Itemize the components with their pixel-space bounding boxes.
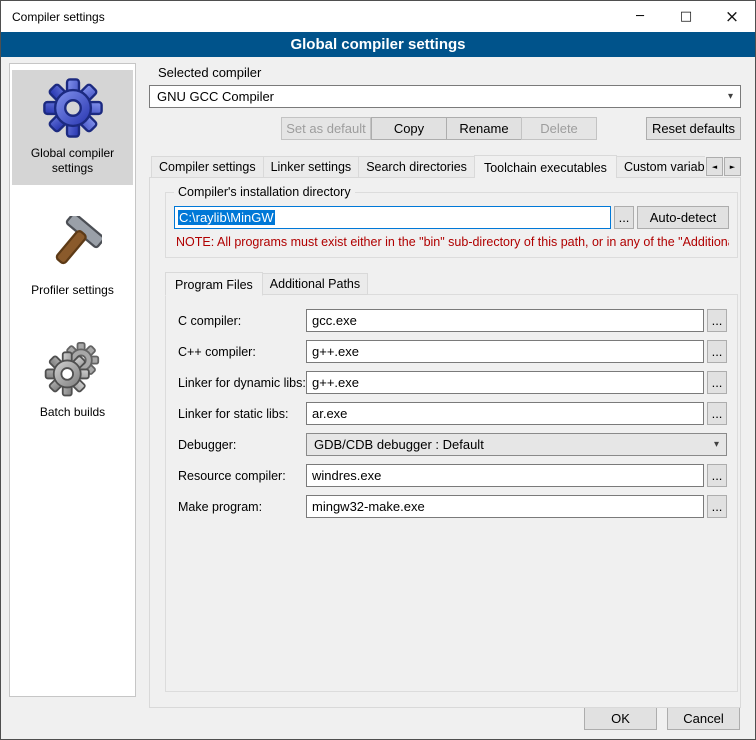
tab-scroll-buttons: ◄ ►	[705, 157, 741, 178]
resource-compiler-browse-button[interactable]: ...	[707, 464, 727, 487]
installation-directory-input[interactable]: C:\raylib\MinGW	[174, 206, 611, 229]
linker-static-label: Linker for static libs:	[178, 407, 306, 421]
linker-static-browse-button[interactable]: ...	[707, 402, 727, 425]
maximize-icon: □	[680, 9, 692, 24]
dialog-footer: OK Cancel	[584, 707, 740, 730]
make-program-label: Make program:	[178, 500, 306, 514]
sidebar-item-global-compiler-settings[interactable]: Global compiler settings	[12, 70, 133, 185]
debugger-value: GDB/CDB debugger : Default	[314, 437, 484, 452]
form-row: Debugger: GDB/CDB debugger : Default ▾	[178, 433, 727, 456]
set-as-default-button[interactable]: Set as default	[281, 117, 371, 140]
arrow-right-icon: ►	[730, 163, 735, 171]
resource-compiler-label: Resource compiler:	[178, 469, 306, 483]
tab-scroll-right-button[interactable]: ►	[724, 157, 741, 176]
cancel-button[interactable]: Cancel	[667, 707, 740, 730]
delete-button[interactable]: Delete	[521, 117, 597, 140]
minimize-button[interactable]: ─	[617, 1, 663, 32]
copy-button[interactable]: Copy	[371, 117, 447, 140]
linker-dynamic-label: Linker for dynamic libs:	[178, 376, 306, 390]
compiler-settings-window: Compiler settings ─ □ × Global compiler …	[0, 0, 756, 740]
close-button[interactable]: ×	[709, 1, 755, 32]
cpp-compiler-input[interactable]	[306, 340, 704, 363]
debugger-dropdown[interactable]: GDB/CDB debugger : Default ▾	[306, 433, 727, 456]
selected-compiler-label: Selected compiler	[149, 63, 741, 85]
sidebar-item-profiler-settings[interactable]: Profiler settings	[12, 207, 133, 307]
subtab-additional-paths[interactable]: Additional Paths	[262, 273, 368, 295]
main-area: Selected compiler GNU GCC Compiler ▾ Set…	[149, 63, 741, 708]
selected-compiler-dropdown[interactable]: GNU GCC Compiler ▾	[149, 85, 741, 108]
rename-button[interactable]: Rename	[446, 117, 522, 140]
caption-buttons: ─ □ ×	[617, 1, 755, 32]
installation-directory-group: Compiler's installation directory C:\ray…	[165, 192, 738, 258]
form-row: Resource compiler: ...	[178, 464, 727, 487]
settings-tab-bar: Compiler settings Linker settings Search…	[149, 154, 741, 178]
minimize-icon: ─	[636, 9, 644, 24]
tab-compiler-settings[interactable]: Compiler settings	[151, 156, 264, 178]
compiler-actions: Set as default Copy Rename Delete Reset …	[149, 117, 741, 140]
form-row: C compiler: ...	[178, 309, 727, 332]
tab-scroll-left-button[interactable]: ◄	[706, 157, 723, 176]
window-title: Compiler settings	[1, 10, 105, 24]
tab-toolchain-executables[interactable]: Toolchain executables	[474, 155, 617, 178]
c-compiler-label: C compiler:	[178, 314, 306, 328]
program-files-panel: C compiler: ... C++ compiler: ... Linker…	[165, 294, 738, 692]
tab-search-directories[interactable]: Search directories	[358, 156, 475, 178]
c-compiler-input[interactable]	[306, 309, 704, 332]
close-icon: ×	[725, 7, 739, 27]
profiler-tool-icon	[40, 212, 106, 278]
batch-builds-gears-icon	[40, 334, 106, 400]
tabs-row: Compiler settings Linker settings Search…	[151, 155, 705, 178]
form-row: C++ compiler: ...	[178, 340, 727, 363]
note-text: NOTE: All programs must exist either in …	[176, 235, 729, 249]
subtab-program-files[interactable]: Program Files	[165, 272, 263, 296]
maximize-button[interactable]: □	[663, 1, 709, 32]
dialog-content: Global compiler settings Profiler settin…	[1, 57, 755, 739]
sidebar-item-label: Global compiler settings	[14, 146, 131, 176]
debugger-label: Debugger:	[178, 438, 306, 452]
sidebar-item-label: Profiler settings	[31, 283, 114, 298]
title-bar: Compiler settings ─ □ ×	[1, 1, 755, 32]
reset-defaults-button[interactable]: Reset defaults	[646, 117, 741, 140]
chevron-down-icon: ▾	[714, 439, 719, 450]
toolchain-executables-panel: Compiler's installation directory C:\ray…	[149, 177, 741, 708]
linker-dynamic-input[interactable]	[306, 371, 704, 394]
linker-dynamic-browse-button[interactable]: ...	[707, 371, 727, 394]
settings-sidebar: Global compiler settings Profiler settin…	[9, 63, 136, 697]
make-program-browse-button[interactable]: ...	[707, 495, 727, 518]
tab-linker-settings[interactable]: Linker settings	[263, 156, 360, 178]
programs-subtab-bar: Program Files Additional Paths	[165, 272, 740, 295]
form-row: Linker for dynamic libs: ...	[178, 371, 727, 394]
form-row: Make program: ...	[178, 495, 727, 518]
installation-directory-row: C:\raylib\MinGW ... Auto-detect	[174, 206, 729, 229]
linker-static-input[interactable]	[306, 402, 704, 425]
installation-directory-browse-button[interactable]: ...	[614, 206, 634, 229]
make-program-input[interactable]	[306, 495, 704, 518]
global-compiler-gear-icon	[40, 75, 106, 141]
sidebar-item-batch-builds[interactable]: Batch builds	[12, 329, 133, 429]
chevron-down-icon: ▾	[728, 91, 733, 102]
selected-path-text: C:\raylib\MinGW	[178, 210, 275, 225]
dialog-header: Global compiler settings	[1, 32, 755, 57]
arrow-left-icon: ◄	[712, 163, 717, 171]
group-title: Compiler's installation directory	[174, 185, 355, 199]
resource-compiler-input[interactable]	[306, 464, 704, 487]
c-compiler-browse-button[interactable]: ...	[707, 309, 727, 332]
form-row: Linker for static libs: ...	[178, 402, 727, 425]
auto-detect-button[interactable]: Auto-detect	[637, 206, 729, 229]
selected-compiler-value: GNU GCC Compiler	[157, 89, 274, 104]
cpp-compiler-browse-button[interactable]: ...	[707, 340, 727, 363]
ok-button[interactable]: OK	[584, 707, 657, 730]
sidebar-item-label: Batch builds	[40, 405, 105, 420]
cpp-compiler-label: C++ compiler:	[178, 345, 306, 359]
tab-custom-variables[interactable]: Custom variables	[616, 156, 705, 178]
